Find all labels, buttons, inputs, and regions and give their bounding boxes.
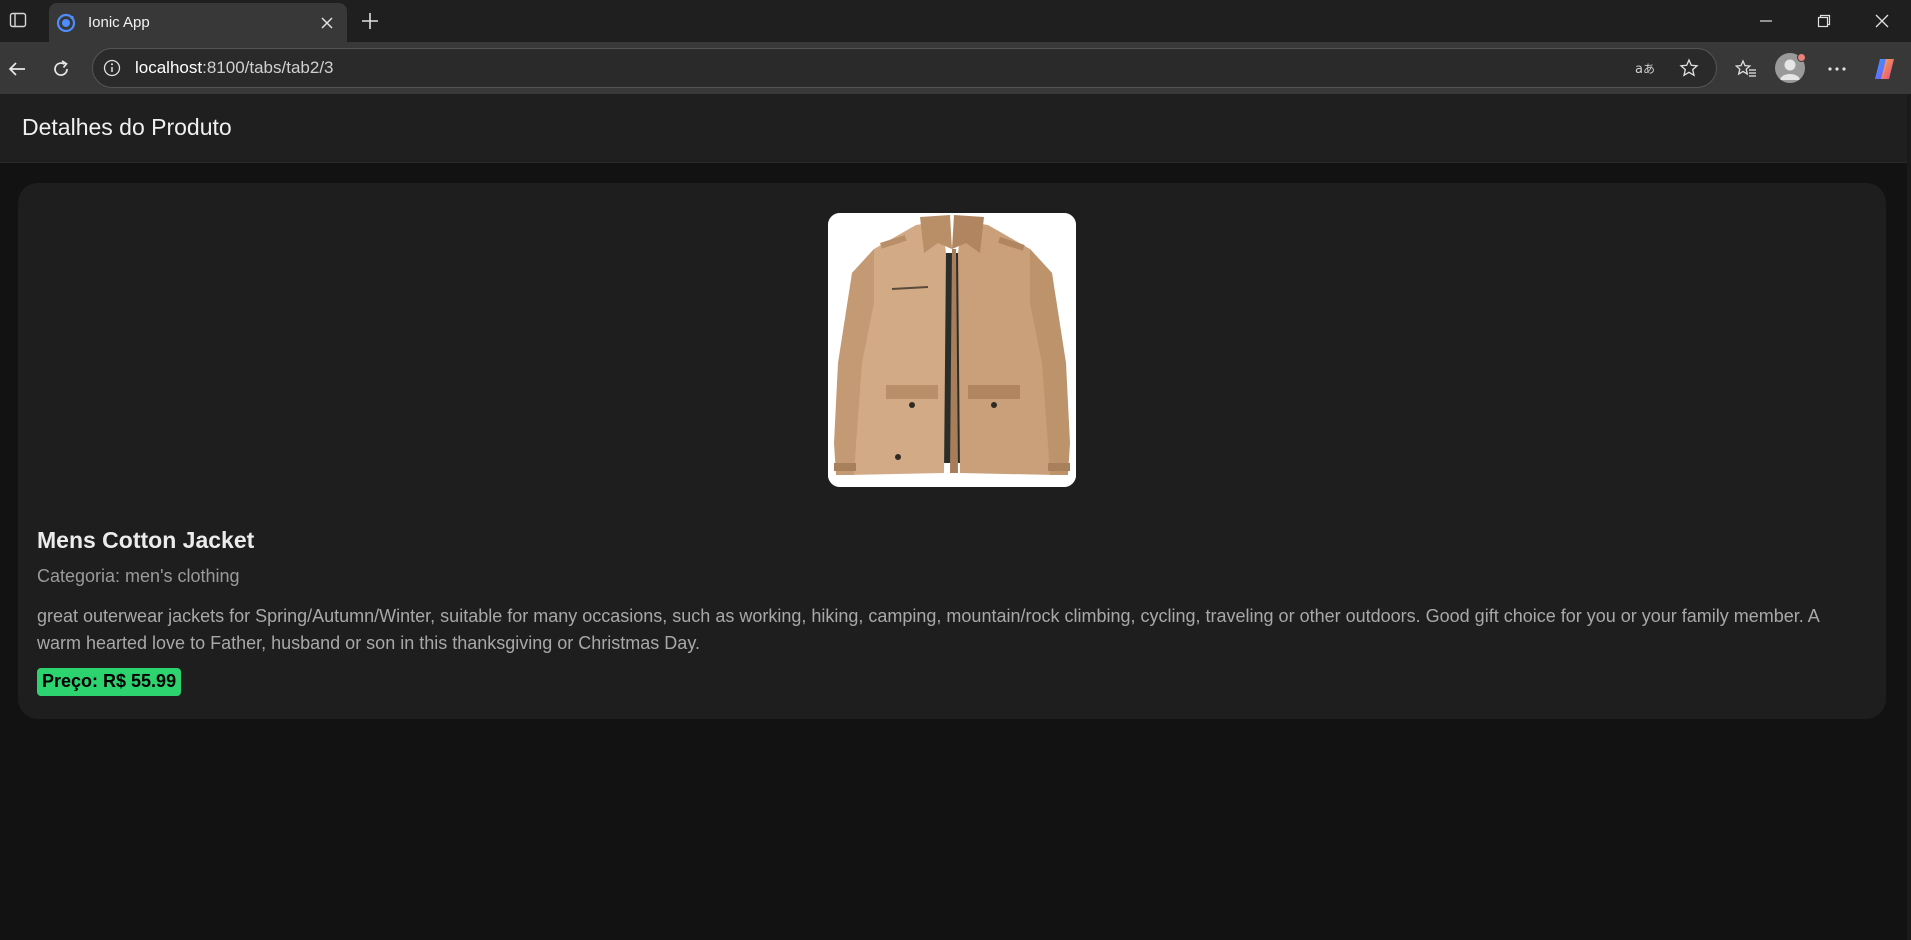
- product-category: Categoria: men's clothing: [37, 566, 240, 586]
- page-content: Mens Cotton Jacket Categoria: men's clot…: [0, 163, 1907, 940]
- reload-icon[interactable]: [44, 52, 78, 86]
- page-title: Detalhes do Produto: [22, 114, 232, 140]
- address-bar[interactable]: localhost:8100/tabs/tab2/3 aあ: [92, 48, 1717, 88]
- close-icon[interactable]: [313, 9, 341, 37]
- plus-icon[interactable]: [355, 6, 385, 36]
- url-host: localhost: [135, 58, 203, 77]
- svg-text:あ: あ: [1643, 62, 1655, 76]
- back-arrow-icon[interactable]: [0, 52, 34, 86]
- url-text[interactable]: localhost:8100/tabs/tab2/3: [135, 58, 1628, 78]
- more-icon[interactable]: [1820, 52, 1854, 86]
- app-header: Detalhes do Produto: [0, 94, 1907, 163]
- svg-text:a: a: [1635, 62, 1643, 77]
- product-name: Mens Cotton Jacket: [37, 527, 255, 553]
- minimize-icon[interactable]: [1737, 0, 1795, 42]
- restore-icon[interactable]: [1795, 0, 1853, 42]
- product-image: [828, 213, 1076, 487]
- browser-titlebar: Ionic App: [0, 0, 1911, 42]
- browser-toolbar: localhost:8100/tabs/tab2/3 aあ: [0, 42, 1911, 94]
- product-description: great outerwear jackets for Spring/Autum…: [37, 606, 1819, 653]
- favorites-icon[interactable]: [1729, 52, 1763, 86]
- info-icon[interactable]: [101, 57, 123, 79]
- star-icon[interactable]: [1672, 51, 1706, 85]
- ionic-favicon-icon: [56, 13, 76, 33]
- tab-title: Ionic App: [88, 14, 150, 31]
- close-window-icon[interactable]: [1853, 0, 1911, 42]
- product-card: Mens Cotton Jacket Categoria: men's clot…: [18, 183, 1886, 719]
- profile-notification-dot: [1797, 53, 1806, 62]
- translate-icon[interactable]: aあ: [1628, 51, 1662, 85]
- url-path: :8100/tabs/tab2/3: [202, 58, 334, 77]
- browser-tab[interactable]: Ionic App: [49, 3, 347, 42]
- tab-actions-icon[interactable]: [4, 6, 32, 34]
- price-badge: Preço: R$ 55.99: [37, 668, 182, 696]
- page-scrollbar[interactable]: [1907, 94, 1911, 940]
- copilot-icon[interactable]: [1868, 52, 1902, 86]
